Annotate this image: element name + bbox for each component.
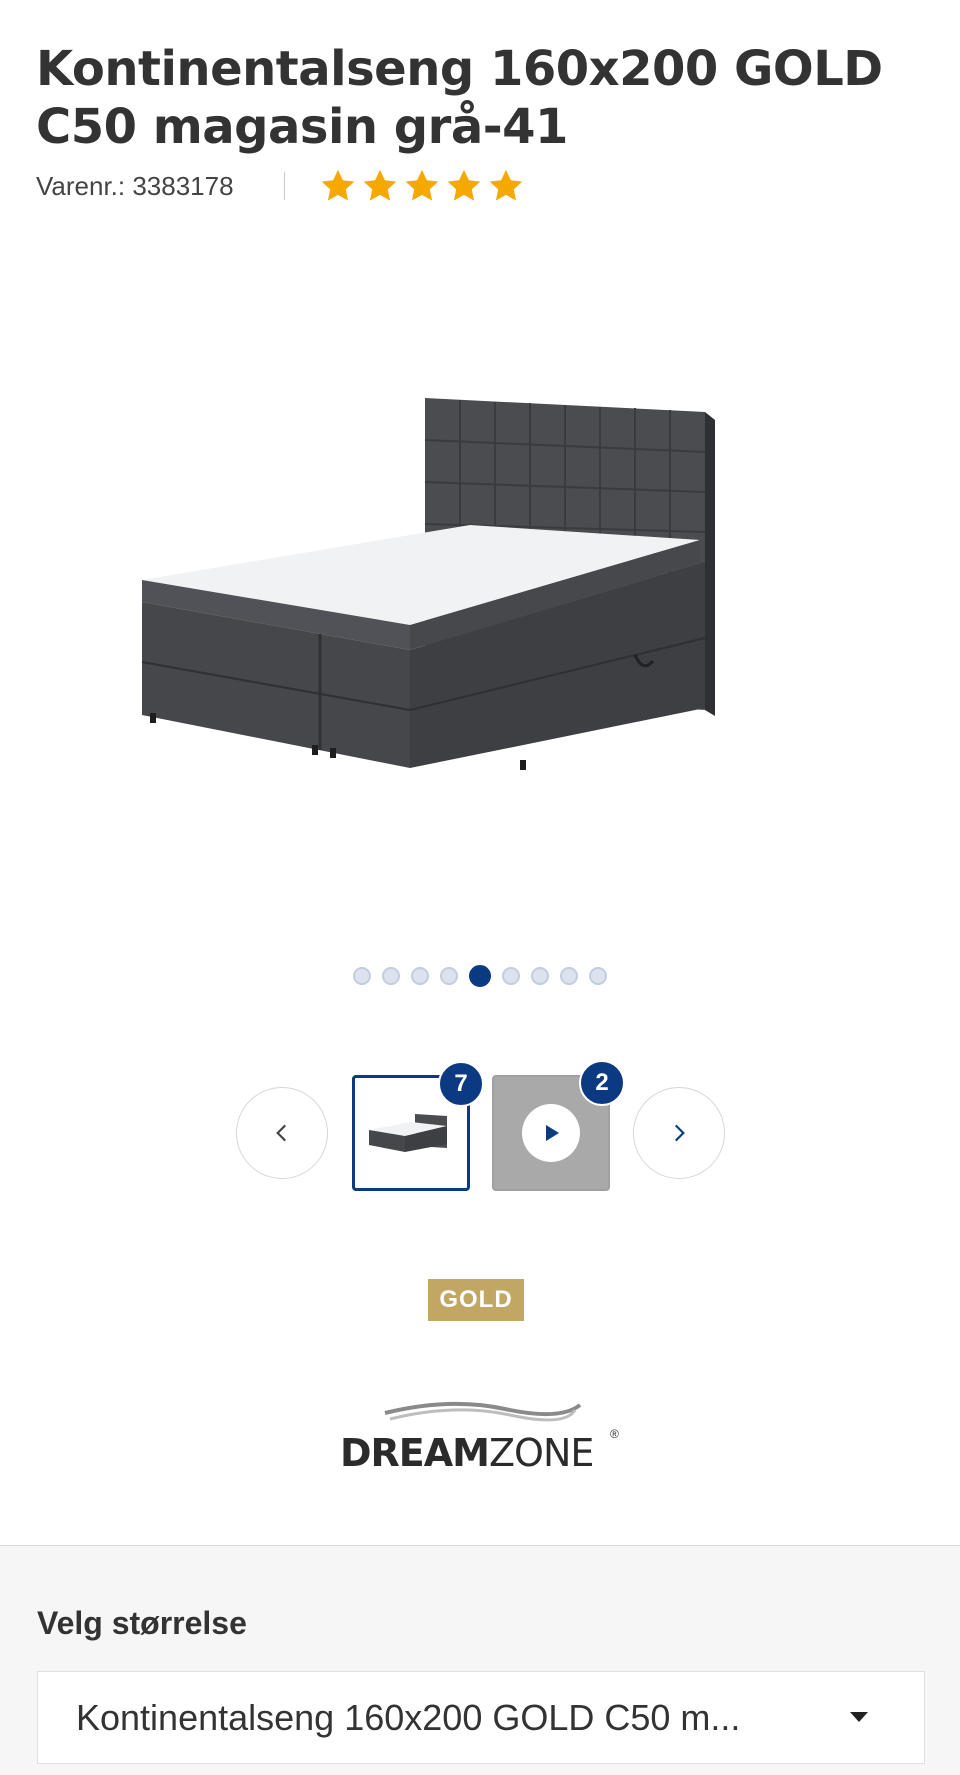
star-icon [405, 169, 438, 201]
image-count-badge: 7 [438, 1061, 484, 1107]
carousel-dot[interactable] [382, 967, 400, 985]
sku-number: Varenr.: 3383178 [36, 170, 234, 201]
play-icon[interactable] [522, 1104, 580, 1162]
page-title: Kontinentalseng 160x200 GOLD C50 magasin… [36, 41, 883, 155]
gold-badge: GOLD [428, 1279, 524, 1321]
brand-name: DREAMZONE [340, 1431, 594, 1475]
carousel-dot[interactable] [411, 967, 429, 985]
star-icon [447, 169, 480, 201]
star-icon [363, 169, 396, 201]
carousel-dots[interactable] [0, 965, 960, 987]
image-thumbnail[interactable]: 7 [352, 1061, 484, 1191]
carousel-dot[interactable] [440, 967, 458, 985]
previous-image-button[interactable] [236, 1087, 328, 1179]
carousel-dot[interactable] [531, 967, 549, 985]
carousel-dot[interactable] [502, 967, 520, 985]
carousel-dot[interactable] [353, 967, 371, 985]
product-image[interactable] [140, 380, 820, 860]
size-dropdown[interactable]: Kontinentalseng 160x200 GOLD C50 m... [37, 1671, 925, 1764]
chevron-right-icon [674, 1124, 685, 1142]
caret-down-icon [850, 1712, 868, 1722]
brand-swoosh-icon [384, 1401, 582, 1422]
size-label: Velg størrelse [37, 1605, 247, 1641]
registered-mark: ® [610, 1427, 619, 1441]
rating-stars[interactable] [319, 167, 525, 205]
carousel-dot[interactable] [589, 967, 607, 985]
brand-logo[interactable]: DREAMZONE ® [330, 1395, 630, 1475]
size-selected-value: Kontinentalseng 160x200 GOLD C50 m... [76, 1696, 741, 1738]
star-icon [489, 169, 522, 201]
video-count-badge: 2 [579, 1060, 625, 1106]
product-meta: Varenr.: 3383178 [36, 164, 525, 208]
chevron-left-icon [276, 1124, 287, 1142]
star-icon [321, 169, 354, 201]
carousel-dot[interactable] [560, 967, 578, 985]
divider [283, 172, 285, 200]
video-thumbnail[interactable]: 2 [492, 1060, 625, 1191]
next-image-button[interactable] [633, 1087, 725, 1179]
size-section: Velg størrelse Kontinentalseng 160x200 G… [0, 1545, 960, 1775]
carousel-dot-active[interactable] [469, 965, 491, 987]
